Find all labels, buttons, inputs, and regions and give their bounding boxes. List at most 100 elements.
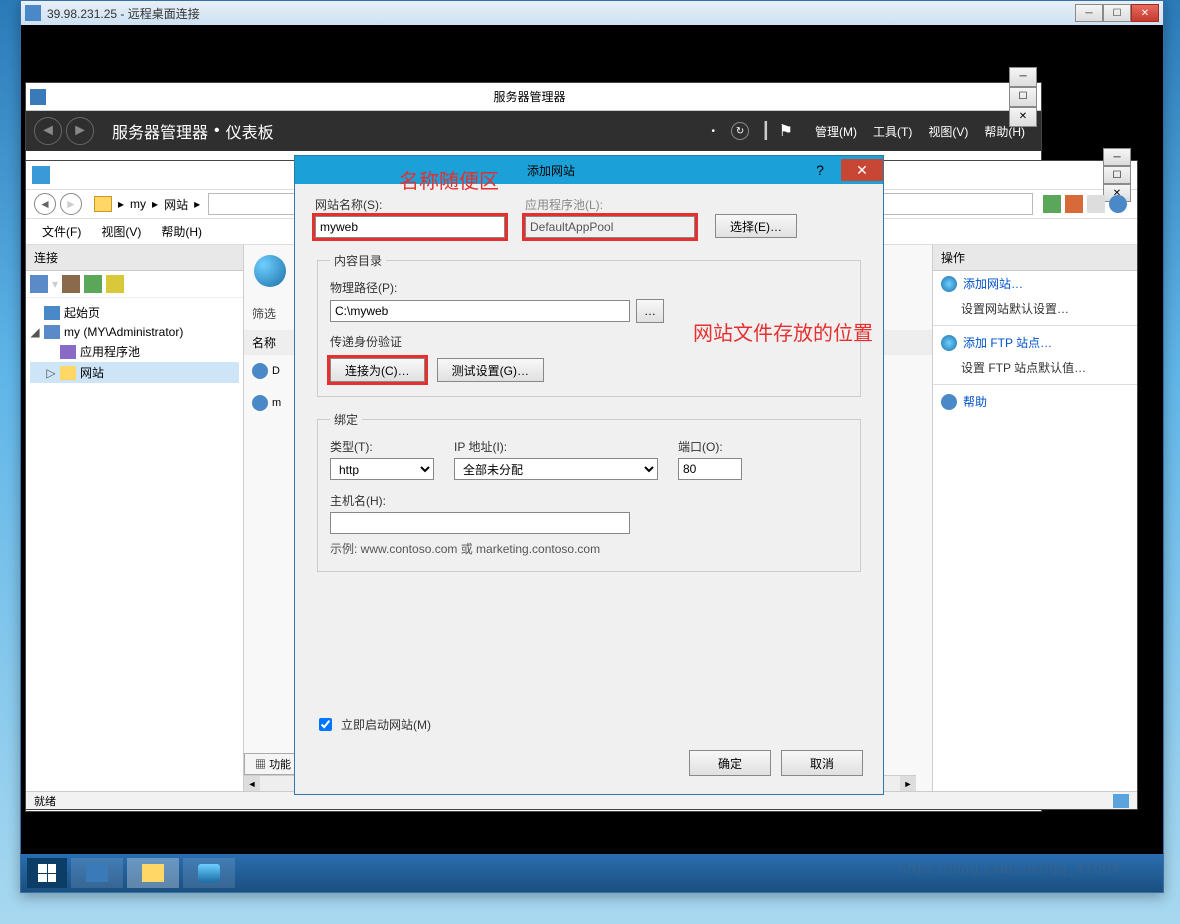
passauth-label: 传递身份验证: [330, 333, 848, 350]
ok-button[interactable]: 确定: [689, 750, 771, 776]
sitename-input[interactable]: [315, 216, 505, 238]
sm-back-button[interactable]: ◄: [34, 117, 62, 145]
menu-file[interactable]: 文件(F): [34, 220, 89, 243]
connect-as-button[interactable]: 连接为(C)…: [330, 358, 425, 382]
sm-header: ◄ ► 服务器管理器 • 仪表板 • ↻ ┃ ⚑ 管理(M) 工具(T) 视图(…: [26, 111, 1041, 151]
sm-menu-tools[interactable]: 工具(T): [865, 119, 920, 144]
rdc-icon: [25, 5, 41, 21]
scroll-left[interactable]: ◄: [244, 776, 260, 791]
connections-header: 连接: [26, 245, 243, 271]
test-settings-button[interactable]: 测试设置(G)…: [437, 358, 544, 382]
sm-breadcrumb1: 服务器管理器: [112, 119, 208, 143]
taskbar-iis[interactable]: [183, 858, 235, 888]
menu-view[interactable]: 视图(V): [93, 220, 149, 243]
tree-start[interactable]: 起始页: [64, 304, 100, 321]
sm-title: 服务器管理器: [50, 88, 1009, 105]
sm-minimize-button[interactable]: ─: [1009, 67, 1037, 87]
sm-menu-help[interactable]: 帮助(H): [976, 119, 1033, 144]
stop-icon[interactable]: [1065, 195, 1083, 213]
iis-crumb1[interactable]: my: [130, 197, 146, 211]
status-icon: [1113, 794, 1129, 808]
connect-icon[interactable]: [30, 275, 48, 293]
hostname-example: 示例: www.contoso.com 或 marketing.contoso.…: [330, 540, 848, 557]
sm-breadcrumb2: 仪表板: [226, 119, 274, 143]
sm-maximize-button[interactable]: ☐: [1009, 87, 1037, 107]
flag-icon[interactable]: ⚑: [779, 121, 793, 141]
iis-forward-button[interactable]: ►: [60, 193, 82, 215]
start-now-checkbox[interactable]: [319, 718, 332, 731]
sm-titlebar[interactable]: 服务器管理器 ─ ☐ ✕: [26, 83, 1041, 111]
rdc-titlebar[interactable]: 39.98.231.25 - 远程桌面连接 ─ ☐ ✕: [21, 1, 1163, 25]
iis-icon: [32, 166, 50, 184]
tree-apppools[interactable]: 应用程序池: [80, 343, 140, 360]
maximize-button[interactable]: ☐: [1103, 4, 1131, 22]
iis-maximize-button[interactable]: ☐: [1103, 166, 1131, 184]
dialog-titlebar[interactable]: 添加网站 ? ✕: [295, 156, 883, 184]
refresh-tree-icon[interactable]: [84, 275, 102, 293]
binding-legend: 绑定: [330, 411, 362, 428]
help-icon[interactable]: [1109, 195, 1127, 213]
sitename-label: 网站名称(S):: [315, 196, 505, 213]
actions-pane: 操作 添加网站… 设置网站默认设置… 添加 FTP 站点… 设置 FTP 站点默…: [932, 245, 1137, 791]
folder-icon: [94, 196, 112, 212]
home-icon[interactable]: [1087, 195, 1105, 213]
apppool-input: [525, 216, 695, 238]
iis-tree[interactable]: 起始页 ◢my (MY\Administrator) 应用程序池 ▷网站: [26, 298, 243, 387]
content-legend: 内容目录: [330, 252, 386, 269]
action-set-ftp-defaults[interactable]: 设置 FTP 站点默认值…: [933, 355, 1137, 380]
physpath-input[interactable]: [330, 300, 630, 322]
physpath-label: 物理路径(P):: [330, 279, 848, 296]
sm-forward-button[interactable]: ►: [66, 117, 94, 145]
start-now-label: 立即启动网站(M): [341, 716, 431, 733]
go-icon[interactable]: [1043, 195, 1061, 213]
iis-minimize-button[interactable]: ─: [1103, 148, 1131, 166]
sites-icon: [254, 255, 286, 287]
hostname-label: 主机名(H):: [330, 492, 848, 509]
port-input[interactable]: [678, 458, 742, 480]
tree-sites[interactable]: 网站: [80, 364, 104, 381]
site-item[interactable]: m: [252, 395, 281, 411]
watermark: https://blog.csdn.net/qq_41004: [899, 860, 1120, 876]
action-add-ftp[interactable]: 添加 FTP 站点…: [933, 330, 1137, 355]
cancel-button[interactable]: 取消: [781, 750, 863, 776]
ip-label: IP 地址(I):: [454, 438, 664, 455]
select-apppool-button[interactable]: 选择(E)…: [715, 214, 797, 238]
iis-crumb2[interactable]: 网站: [164, 196, 188, 213]
apppool-label: 应用程序池(L):: [525, 196, 695, 213]
menu-help[interactable]: 帮助(H): [153, 220, 210, 243]
binding-fieldset: 绑定 类型(T): http IP 地址(I): 全部未分配 端口(O):: [317, 411, 861, 572]
connections-pane: 连接 ▾ 起始页 ◢my (MY\Administrator) 应用程序池 ▷网…: [26, 245, 244, 791]
tree-server[interactable]: my (MY\Administrator): [64, 325, 183, 339]
sm-menu-manage[interactable]: 管理(M): [807, 119, 865, 144]
dialog-help-button[interactable]: ?: [799, 159, 841, 181]
iis-back-button[interactable]: ◄: [34, 193, 56, 215]
hostname-input[interactable]: [330, 512, 630, 534]
start-button[interactable]: [27, 858, 67, 888]
ip-select[interactable]: 全部未分配: [454, 458, 658, 480]
browse-button[interactable]: …: [636, 299, 664, 323]
close-button[interactable]: ✕: [1131, 4, 1159, 22]
dialog-title: 添加网站: [303, 162, 799, 179]
expand-icon[interactable]: [106, 275, 124, 293]
action-set-website-defaults[interactable]: 设置网站默认设置…: [933, 296, 1137, 321]
type-label: 类型(T):: [330, 438, 440, 455]
scroll-right[interactable]: ►: [900, 776, 916, 791]
refresh-icon[interactable]: ↻: [731, 122, 749, 140]
minimize-button[interactable]: ─: [1075, 4, 1103, 22]
action-add-website[interactable]: 添加网站…: [933, 271, 1137, 296]
filter-label: 筛选: [252, 307, 276, 321]
port-label: 端口(O):: [678, 438, 758, 455]
sm-icon: [30, 89, 46, 105]
add-website-dialog: 添加网站 ? ✕ 网站名称(S): 应用程序池(L): 选择(E)…: [294, 155, 884, 795]
content-fieldset: 内容目录 物理路径(P): … 传递身份验证 连接为(C)… 测试设置(G)…: [317, 252, 861, 397]
action-help[interactable]: 帮助: [933, 389, 1137, 414]
site-item[interactable]: D: [252, 363, 280, 379]
taskbar-explorer[interactable]: [127, 858, 179, 888]
sm-menu-view[interactable]: 视图(V): [920, 119, 976, 144]
actions-header: 操作: [933, 245, 1137, 271]
rdc-title: 39.98.231.25 - 远程桌面连接: [47, 5, 200, 22]
dialog-close-button[interactable]: ✕: [841, 159, 883, 181]
save-icon[interactable]: [62, 275, 80, 293]
type-select[interactable]: http: [330, 458, 434, 480]
taskbar-server-manager[interactable]: [71, 858, 123, 888]
